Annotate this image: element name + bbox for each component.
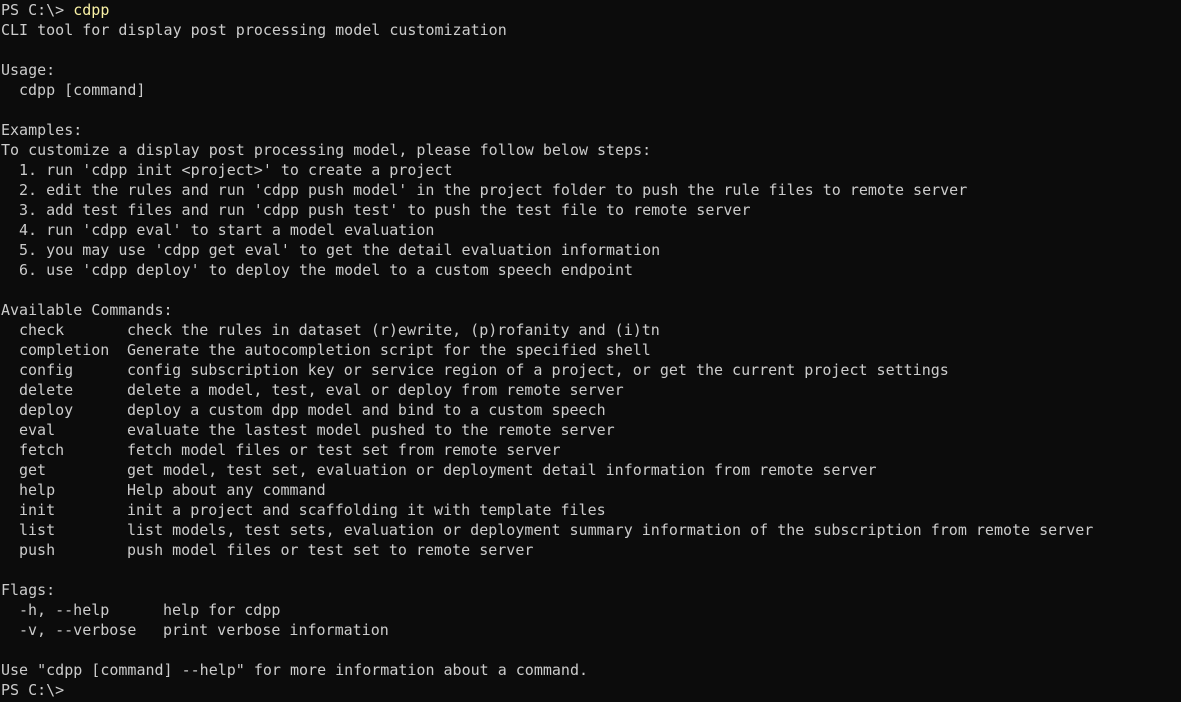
command-description: list models, test sets, evaluation or de… xyxy=(127,521,1094,539)
example-step: 6. use 'cdpp deploy' to deploy the model… xyxy=(19,261,634,279)
command-description: push model files or test set to remote s… xyxy=(127,541,534,559)
command-row: eval evaluate the lastest model pushed to… xyxy=(1,420,1181,440)
command-name: config xyxy=(19,361,74,379)
command-row: delete delete a model, test, eval or depl… xyxy=(1,380,1181,400)
command-row: deploy deploy a custom dpp model and bind… xyxy=(1,400,1181,420)
final-prompt: PS C:\> xyxy=(1,681,65,699)
command-row: help Help about any command xyxy=(1,480,1181,500)
command-name: fetch xyxy=(19,441,65,459)
usage-header: Usage: xyxy=(1,61,56,79)
examples-intro: To customize a display post processing m… xyxy=(1,141,652,159)
examples-header: Examples: xyxy=(1,121,83,139)
terminal-window[interactable]: PS C:\> cdpp CLI tool for display post p… xyxy=(0,0,1181,702)
command-row: check check the rules in dataset (r)ewrit… xyxy=(1,320,1181,340)
example-step: 2. edit the rules and run 'cdpp push mod… xyxy=(19,181,968,199)
command-description: get model, test set, evaluation or deplo… xyxy=(127,461,877,479)
flag-description: print verbose information xyxy=(163,621,389,639)
description-line: CLI tool for display post processing mod… xyxy=(1,21,507,39)
usage-line: cdpp [command] xyxy=(19,81,146,99)
flag-name: -h, --help xyxy=(19,601,110,619)
prompt: PS C:\> xyxy=(1,1,74,19)
commands-header: Available Commands: xyxy=(1,301,173,319)
example-step: 5. you may use 'cdpp get eval' to get th… xyxy=(19,241,661,259)
command-description: config subscription key or service regio… xyxy=(127,361,949,379)
command-description: init a project and scaffolding it with t… xyxy=(127,501,606,519)
command-row: fetch fetch model files or test set from … xyxy=(1,440,1181,460)
command-row: get get model, test set, evaluation or de… xyxy=(1,460,1181,480)
command-name: check xyxy=(19,321,65,339)
prompt-line: PS C:\> cdpp xyxy=(1,0,1181,20)
flag-row: -v, --verbose print verbose information xyxy=(1,620,1181,640)
command-row: push push model files or test set to remo… xyxy=(1,540,1181,560)
flag-row: -h, --help help for cdpp xyxy=(1,600,1181,620)
command-description: delete a model, test, eval or deploy fro… xyxy=(127,381,624,399)
command-row: list list models, test sets, evaluation o… xyxy=(1,520,1181,540)
command-row: config config subscription key or service… xyxy=(1,360,1181,380)
command-name: delete xyxy=(19,381,74,399)
flag-description: help for cdpp xyxy=(163,601,281,619)
flag-name: -v, --verbose xyxy=(19,621,137,639)
command-name: push xyxy=(19,541,56,559)
footer-help-line: Use "cdpp [command] --help" for more inf… xyxy=(1,661,588,679)
command-description: evaluate the lastest model pushed to the… xyxy=(127,421,615,439)
command-name: list xyxy=(19,521,56,539)
example-step: 1. run 'cdpp init <project>' to create a… xyxy=(19,161,453,179)
command-row: completion Generate the autocompletion sc… xyxy=(1,340,1181,360)
example-step: 3. add test files and run 'cdpp push tes… xyxy=(19,201,751,219)
command-description: check the rules in dataset (r)ewrite, (p… xyxy=(127,321,660,339)
command-name: deploy xyxy=(19,401,74,419)
example-step: 4. run 'cdpp eval' to start a model eval… xyxy=(19,221,435,239)
command-name: help xyxy=(19,481,56,499)
command-name: eval xyxy=(19,421,56,439)
entered-command: cdpp xyxy=(73,1,110,19)
command-description: fetch model files or test set from remot… xyxy=(127,441,561,459)
command-name: completion xyxy=(19,341,110,359)
command-description: deploy a custom dpp model and bind to a … xyxy=(127,401,606,419)
command-name: init xyxy=(19,501,56,519)
command-row: init init a project and scaffolding it wi… xyxy=(1,500,1181,520)
command-description: Help about any command xyxy=(127,481,326,499)
command-name: get xyxy=(19,461,47,479)
flags-header: Flags: xyxy=(1,581,56,599)
command-description: Generate the autocompletion script for t… xyxy=(127,341,651,359)
